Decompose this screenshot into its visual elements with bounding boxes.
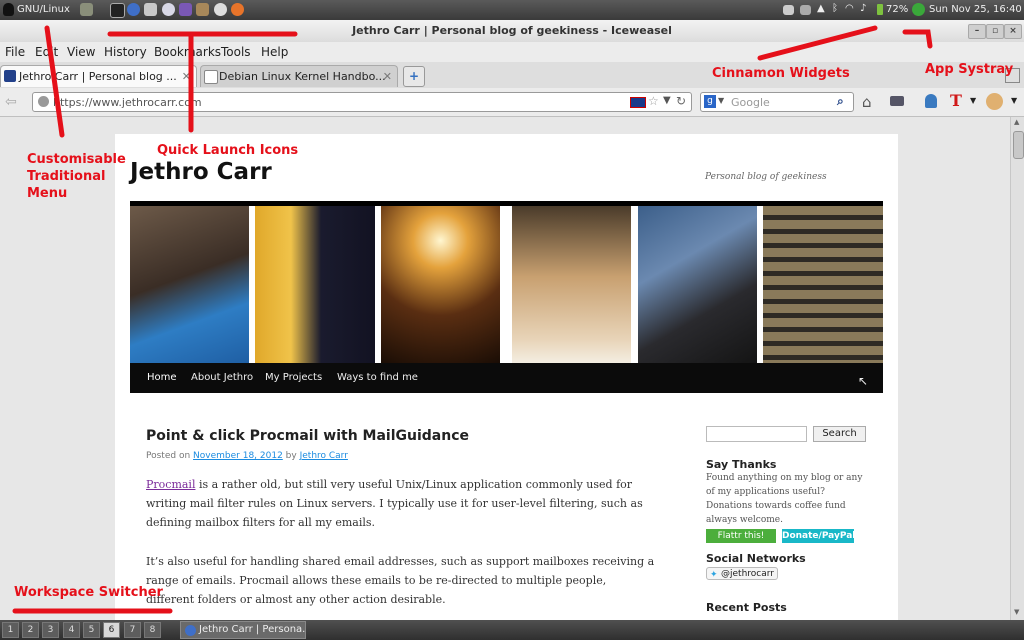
annotation-systray: App Systray bbox=[925, 62, 1014, 77]
browser-icon bbox=[185, 625, 196, 636]
workspace-1[interactable]: 1 bbox=[2, 622, 19, 638]
annotation-workspace: Workspace Switcher bbox=[14, 585, 163, 600]
workspace-8[interactable]: 8 bbox=[144, 622, 161, 638]
taskbar-window-label: Jethro Carr | Persona... bbox=[199, 624, 306, 635]
workspace-7[interactable]: 7 bbox=[124, 622, 141, 638]
taskbar-window-button[interactable]: Jethro Carr | Persona... bbox=[180, 621, 306, 639]
annotation-widgets: Cinnamon Widgets bbox=[712, 66, 850, 81]
workspace-4[interactable]: 4 bbox=[63, 622, 80, 638]
annotation-quick-launch: Quick Launch Icons bbox=[157, 143, 299, 158]
annotation-arrows bbox=[12, 25, 933, 614]
bottom-panel: 1 2 3 4 5 6 7 8 Jethro Carr | Persona... bbox=[0, 620, 1024, 640]
workspace-6[interactable]: 6 bbox=[103, 622, 120, 638]
workspace-5[interactable]: 5 bbox=[83, 622, 100, 638]
workspace-2[interactable]: 2 bbox=[22, 622, 39, 638]
workspace-3[interactable]: 3 bbox=[42, 622, 59, 638]
annotation-menu: Customisable Traditional Menu bbox=[27, 152, 126, 201]
